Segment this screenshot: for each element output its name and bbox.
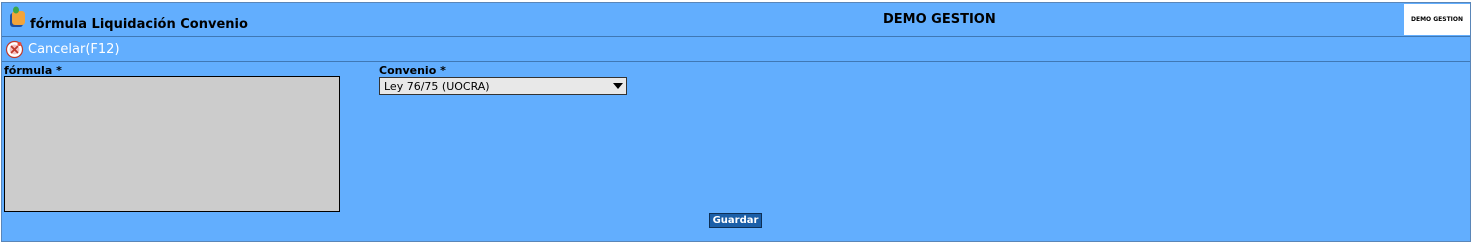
company-logo-text: DEMO GESTION [1410,16,1464,23]
cancel-button[interactable]: Cancelar(F12) [5,39,120,59]
convenio-select[interactable]: Ley 76/75 (UOCRA) [379,77,627,95]
company-name: DEMO GESTION [883,12,996,27]
convenio-label: Convenio * [379,64,446,77]
company-logo: DEMO GESTION [1404,4,1470,35]
save-button[interactable]: Guardar [709,213,762,228]
toolbar: Cancelar(F12) [2,37,1470,61]
header-bar: fórmula Liquidación Convenio DEMO GESTIO… [2,3,1470,36]
cancel-icon [5,40,24,59]
formula-textarea[interactable] [4,76,340,212]
form-window: fórmula Liquidación Convenio DEMO GESTIO… [1,2,1471,242]
convenio-selected-value: Ley 76/75 (UOCRA) [384,79,490,93]
cancel-button-label: Cancelar(F12) [28,41,120,57]
app-logo-icon [7,6,27,28]
divider [2,61,1470,62]
chevron-down-icon[interactable] [611,79,625,93]
page-title: fórmula Liquidación Convenio [30,17,248,32]
